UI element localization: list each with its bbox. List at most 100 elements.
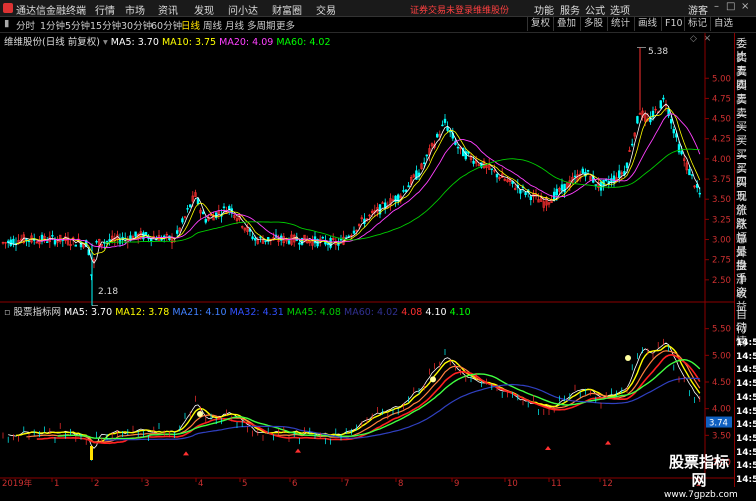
month-label: 1 xyxy=(54,479,59,487)
candle-body xyxy=(441,124,444,127)
month-label: 8 xyxy=(398,479,403,487)
candle-body xyxy=(259,236,262,238)
candle-body xyxy=(118,239,122,244)
candle-body xyxy=(254,238,257,241)
watermark-title: 股票指标网 xyxy=(668,453,729,489)
y-tick-label: 3.00 xyxy=(712,236,731,246)
candle-body xyxy=(108,239,111,242)
y-tick-label: 5.50 xyxy=(712,325,731,335)
tick-time: 14:5 xyxy=(736,420,756,431)
candle-body xyxy=(690,174,694,176)
y-tick-label: 4.75 xyxy=(712,94,731,104)
high-price-label: 5.38 xyxy=(648,47,668,57)
signal-marker xyxy=(197,411,203,417)
candle-body xyxy=(321,236,324,239)
candle-body xyxy=(264,240,267,242)
candle-body xyxy=(560,184,564,191)
candle-body xyxy=(383,202,387,209)
ind-val-green: 4.10 xyxy=(449,307,471,318)
candle-body xyxy=(612,175,616,183)
ind-orange-line xyxy=(26,350,701,443)
candle-body xyxy=(680,151,683,155)
month-label: 7 xyxy=(344,479,349,487)
ind-ma32: MA32: 4.31 xyxy=(229,307,284,318)
candle-body xyxy=(74,244,78,247)
candle-body xyxy=(176,230,179,234)
kline-chart[interactable]: 5.00 4.75 4.50 4.25 4.00 3.75 3.50 3.25 3.00 2.75… xyxy=(0,0,756,487)
year-label: 2019年 xyxy=(2,478,33,487)
candle-body xyxy=(490,168,493,170)
candle-body xyxy=(669,119,673,124)
ind-ma5: MA5: 3.70 xyxy=(64,307,113,318)
month-label: 3 xyxy=(144,479,149,487)
month-label: 12 xyxy=(602,479,613,487)
y-tick-label: 4.50 xyxy=(712,115,731,125)
candle-body xyxy=(422,162,426,164)
candle-body xyxy=(222,206,226,209)
candle-body xyxy=(456,146,460,149)
candle-body xyxy=(27,240,31,243)
candle-body xyxy=(228,206,231,210)
candle-body xyxy=(404,189,408,192)
y-tick-label: 5.00 xyxy=(712,351,731,361)
candle-body xyxy=(555,188,559,196)
candle-body xyxy=(134,231,137,237)
y-tick-label: 5.00 xyxy=(712,74,731,84)
candle-body xyxy=(594,184,598,186)
candle-body xyxy=(573,175,577,178)
y-tick-label: 2.50 xyxy=(712,276,731,286)
y-tick-label: 3.50 xyxy=(712,195,731,205)
candle-body xyxy=(446,126,449,131)
candle-body xyxy=(630,143,634,146)
price-axis-main: 5.00 4.75 4.50 4.25 4.00 3.75 3.50 3.25 3.00 2.75… xyxy=(705,74,731,286)
candlestick-series xyxy=(1,47,702,306)
ind-ma21: MA21: 4.10 xyxy=(172,307,227,318)
tick-time: 14:5 xyxy=(736,338,756,348)
indicator-name: 股票指标网 xyxy=(13,307,61,318)
quote-sidebar: 委比 卖五 卖四 卖三 卖二 卖一 买一 买二 买三 买四 买五 现价 涨跌 涨幅 总量 外盘 换手 净资 收益 自动… xyxy=(734,33,756,487)
candle-body xyxy=(688,169,691,176)
candle-body xyxy=(204,219,207,223)
candle-body xyxy=(529,196,533,201)
candle-body xyxy=(402,190,405,192)
candle-body xyxy=(586,169,590,172)
y-tick-label: 4.25 xyxy=(712,135,731,145)
candle-body xyxy=(581,168,585,174)
month-label: 2 xyxy=(94,479,99,487)
month-label: 5 xyxy=(242,479,247,487)
candle-body xyxy=(45,241,49,243)
candle-body xyxy=(425,154,428,157)
candle-body xyxy=(51,235,54,237)
y-tick-label: 4.00 xyxy=(712,155,731,165)
candle-body xyxy=(251,236,254,240)
tick-time: 14:5 xyxy=(736,447,756,458)
tick-time: 14:5 xyxy=(736,365,756,376)
candle-body xyxy=(105,240,109,243)
ind-ma5-line xyxy=(8,342,701,449)
y-tick-label: 4.50 xyxy=(712,378,731,388)
indicator-series xyxy=(2,338,701,461)
buy-arrow xyxy=(295,448,301,453)
candle-body xyxy=(352,230,356,234)
candle-body xyxy=(636,116,639,124)
candle-body xyxy=(495,173,499,178)
y-tick-label: 3.25 xyxy=(712,215,731,225)
candle-body xyxy=(435,133,439,138)
candle-body xyxy=(9,239,12,246)
candle-body xyxy=(186,208,189,210)
y-tick-label: 2.75 xyxy=(712,256,731,266)
tick-time: 14:5 xyxy=(736,351,756,362)
tick-time: 14:5 xyxy=(736,461,756,472)
signal-marker xyxy=(430,376,436,383)
current-price-label: 3.74 xyxy=(709,419,728,429)
tick-time: 14:5 xyxy=(736,392,756,403)
candle-body xyxy=(407,185,410,188)
candle-body xyxy=(339,239,343,241)
candle-body xyxy=(12,238,15,245)
candle-body xyxy=(617,170,621,178)
candle-body xyxy=(625,162,629,168)
ind-blue-line xyxy=(104,377,700,441)
tick-time: 14:5 xyxy=(736,475,756,485)
candle-body xyxy=(443,118,447,123)
month-label: 11 xyxy=(551,479,562,487)
